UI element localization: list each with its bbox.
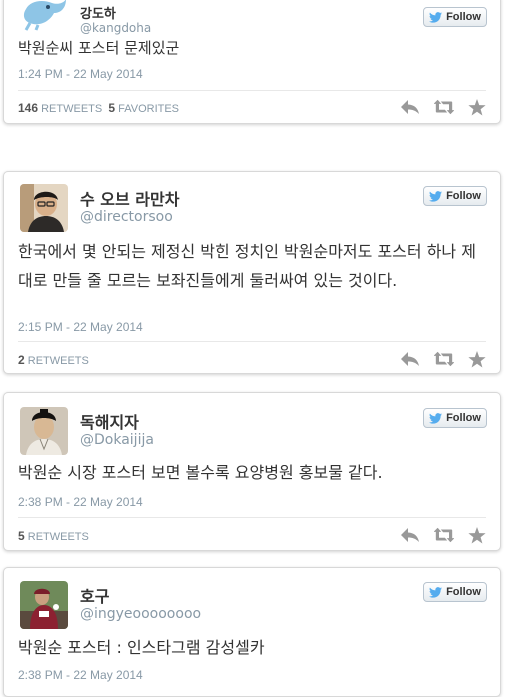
user-name[interactable]: 호구 [80, 583, 109, 607]
divider [18, 517, 486, 518]
avatar[interactable] [20, 581, 68, 629]
tweet-timestamp[interactable]: 1:24 PM - 22 May 2014 [18, 67, 143, 81]
retweet-label: RETWEETS [41, 103, 103, 115]
user-handle[interactable]: @Dokaijija [80, 432, 154, 448]
retweet-icon[interactable] [434, 99, 454, 115]
twitter-bird-icon [429, 587, 442, 598]
avatar[interactable] [20, 407, 68, 455]
divider [18, 90, 486, 91]
retweet-count[interactable]: 5 [18, 529, 25, 543]
follow-button[interactable]: Follow [423, 408, 487, 428]
user-handle[interactable]: @ingyeoooooooo [80, 606, 201, 622]
tweet-timestamp[interactable]: 2:38 PM - 22 May 2014 [18, 495, 143, 509]
tweet-text: 한국에서 몇 안되는 제정신 박힌 정치인 박원순마저도 포스터 하나 제대로 … [18, 242, 476, 290]
user-name[interactable]: 강도하 [80, 3, 116, 22]
follow-button[interactable]: Follow [423, 186, 487, 206]
user-handle[interactable]: @kangdoha [80, 21, 151, 35]
avatar[interactable] [20, 184, 68, 232]
retweet-count[interactable]: 2 [18, 353, 25, 367]
tweet-stats: 5 RETWEETS [18, 529, 89, 543]
twitter-bird-icon [429, 191, 442, 202]
tweet-stats: 146 RETWEETS 5 FAVORITES [18, 101, 179, 115]
follow-button[interactable]: Follow [423, 7, 487, 27]
tweet-card: 호구 @ingyeoooooooo Follow 박원순 포스터 : 인스타그램… [3, 567, 501, 697]
user-handle[interactable]: @directorsoo [80, 209, 173, 225]
tweet-text: 박원순씨 포스터 문제있군 [18, 39, 180, 57]
retweet-icon[interactable] [434, 527, 454, 543]
favorite-star-icon[interactable] [468, 99, 488, 115]
tweet-actions [400, 527, 488, 543]
tweet-timestamp[interactable]: 2:38 PM - 22 May 2014 [18, 668, 143, 682]
tweet-card: 독해지자 @Dokaijija Follow 박원순 시장 포스터 보면 볼수록… [3, 392, 501, 551]
follow-label: Follow [446, 412, 481, 424]
tweet-stats: 2 RETWEETS [18, 353, 89, 367]
retweet-label: RETWEETS [27, 531, 89, 543]
follow-button[interactable]: Follow [423, 582, 487, 602]
retweet-label: RETWEETS [27, 355, 89, 367]
twitter-bird-icon [429, 12, 442, 23]
tweet-timestamp[interactable]: 2:15 PM - 22 May 2014 [18, 320, 143, 334]
follow-label: Follow [446, 11, 481, 23]
tweet-actions [400, 351, 488, 367]
tweet-actions [400, 99, 488, 115]
divider [18, 341, 486, 342]
twitter-bird-icon [429, 413, 442, 424]
reply-icon[interactable] [400, 99, 420, 115]
follow-label: Follow [446, 586, 481, 598]
favorite-label: FAVORITES [118, 103, 180, 115]
reply-icon[interactable] [400, 527, 420, 543]
tweet-text: 박원순 시장 포스터 보면 볼수록 요양병원 홍보물 같다. [18, 463, 383, 482]
favorite-star-icon[interactable] [468, 527, 488, 543]
tweet-card: 수 오브 라만차 @directorsoo Follow 한국에서 몇 안되는 … [3, 171, 501, 374]
follow-label: Follow [446, 190, 481, 202]
retweet-count[interactable]: 146 [18, 101, 38, 115]
avatar[interactable] [20, 0, 68, 31]
user-name[interactable]: 독해지자 [80, 409, 139, 433]
tweet-card: 강도하 @kangdoha Follow 박원순씨 포스터 문제있군 1:24 … [3, 0, 501, 124]
favorite-count[interactable]: 5 [108, 101, 115, 115]
reply-icon[interactable] [400, 351, 420, 367]
favorite-star-icon[interactable] [468, 351, 488, 367]
user-name[interactable]: 수 오브 라만차 [80, 186, 179, 210]
tweet-text: 박원순 포스터 : 인스타그램 감성셀카 [18, 638, 265, 657]
retweet-icon[interactable] [434, 351, 454, 367]
